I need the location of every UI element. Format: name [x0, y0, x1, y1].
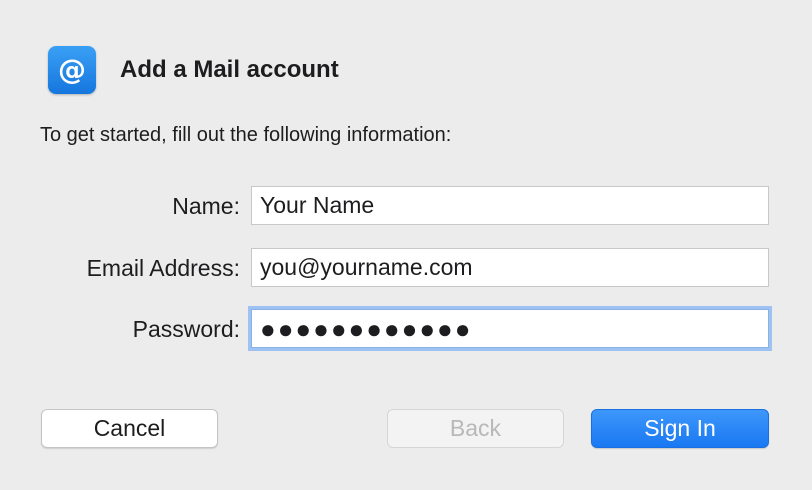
email-field-value: you@yourname.com — [260, 254, 473, 280]
password-label: Password: — [132, 316, 240, 342]
name-field[interactable]: Your Name — [251, 186, 769, 225]
sign-in-button-label: Sign In — [644, 415, 716, 441]
email-field[interactable]: you@yourname.com — [251, 248, 769, 287]
back-button: Back — [387, 409, 564, 448]
email-label: Email Address: — [86, 255, 240, 281]
name-label: Name: — [172, 193, 240, 219]
name-field-value: Your Name — [260, 192, 375, 218]
password-field[interactable]: ●●●●●●●●●●●● — [251, 309, 769, 348]
cancel-button[interactable]: Cancel — [41, 409, 218, 448]
cancel-button-label: Cancel — [93, 415, 166, 441]
at-sign-icon: @ — [48, 46, 96, 94]
password-field-value: ●●●●●●●●●●●● — [260, 313, 473, 344]
sign-in-button[interactable]: Sign In — [591, 409, 769, 448]
add-mail-account-dialog: @ Add a Mail account To get started, fil… — [0, 0, 812, 490]
intro-text: To get started, fill out the following i… — [40, 124, 452, 146]
dialog-title: Add a Mail account — [120, 56, 339, 83]
svg-text:@: @ — [58, 53, 86, 86]
back-button-label: Back — [449, 415, 502, 441]
